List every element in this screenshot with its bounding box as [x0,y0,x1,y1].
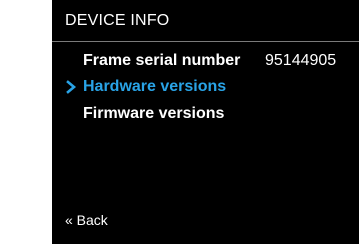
device-info-panel: DEVICE INFO Frame serial number 95144905… [52,0,359,244]
title-divider [52,41,359,42]
page-title: DEVICE INFO [65,12,170,29]
menu-item-label: Frame serial number [83,52,241,69]
serial-number-value: 95144905 [265,52,337,69]
menu-item-label: Hardware versions [83,78,227,95]
menu-item-label: Firmware versions [83,105,225,122]
chevron-right-icon [66,80,77,94]
back-button[interactable]: « Back [65,211,108,229]
